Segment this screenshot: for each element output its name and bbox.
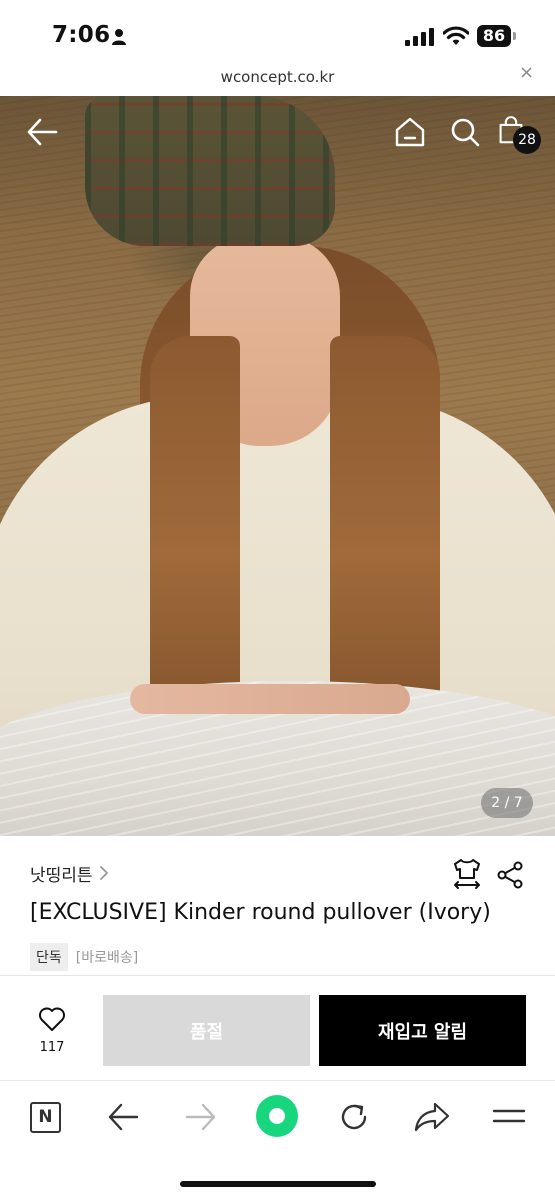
refresh-icon[interactable] bbox=[337, 1100, 371, 1134]
soldout-button[interactable]: 품절 bbox=[103, 995, 310, 1066]
image-cap bbox=[85, 96, 335, 246]
browser-back-icon[interactable] bbox=[106, 1101, 140, 1133]
battery-indicator: 86 bbox=[477, 25, 517, 47]
chevron-right-icon bbox=[99, 866, 108, 880]
cart-button[interactable]: 28 bbox=[496, 114, 544, 158]
brand-link[interactable]: 낫띵리튼 bbox=[30, 858, 109, 888]
home-dot bbox=[269, 1108, 285, 1124]
size-guide-icon[interactable] bbox=[452, 858, 482, 890]
browser-forward-icon[interactable] bbox=[184, 1101, 218, 1133]
status-bar: 7:06 86 bbox=[0, 0, 555, 62]
wifi-icon bbox=[443, 26, 469, 45]
image-hands bbox=[130, 684, 410, 714]
person-icon bbox=[112, 29, 126, 45]
home-icon[interactable] bbox=[394, 116, 426, 148]
heart-icon bbox=[39, 1007, 65, 1031]
battery-tip bbox=[513, 32, 516, 40]
like-button[interactable]: 117 bbox=[26, 1006, 78, 1062]
like-count: 117 bbox=[39, 1040, 65, 1055]
url-bar: wconcept.co.kr × bbox=[0, 62, 555, 96]
browser-toolbar: N bbox=[0, 1081, 555, 1200]
delivery-badge: [바로배송] bbox=[75, 950, 139, 966]
product-tags: 단독 [바로배송] bbox=[30, 943, 139, 971]
signal-icon bbox=[405, 28, 434, 46]
share-icon[interactable] bbox=[496, 861, 524, 889]
url-text[interactable]: wconcept.co.kr bbox=[0, 68, 555, 86]
app-screen: 7:06 86 wconcept.co.kr × 28 2 / 7 낫띵리튼 [… bbox=[0, 0, 555, 1200]
product-image[interactable] bbox=[0, 96, 555, 836]
naver-n-icon[interactable]: N bbox=[30, 1102, 61, 1133]
image-pager: 2 / 7 bbox=[481, 788, 533, 818]
restock-alert-button[interactable]: 재입고 알림 bbox=[319, 995, 526, 1066]
close-icon[interactable]: × bbox=[519, 64, 534, 82]
menu-icon[interactable] bbox=[492, 1105, 526, 1127]
back-arrow-icon[interactable] bbox=[26, 118, 58, 146]
product-title: [EXCLUSIVE] Kinder round pullover (Ivory… bbox=[30, 900, 491, 925]
search-icon[interactable] bbox=[449, 116, 481, 148]
naver-home-icon[interactable] bbox=[256, 1095, 298, 1137]
exclusive-badge: 단독 bbox=[30, 943, 68, 971]
home-indicator bbox=[180, 1181, 376, 1187]
cart-count-badge: 28 bbox=[513, 126, 541, 154]
battery-level: 86 bbox=[477, 25, 511, 47]
brand-name: 낫띵리튼 bbox=[30, 865, 93, 886]
status-time: 7:06 bbox=[52, 22, 111, 48]
divider bbox=[0, 975, 555, 976]
share-arrow-icon[interactable] bbox=[414, 1101, 450, 1133]
